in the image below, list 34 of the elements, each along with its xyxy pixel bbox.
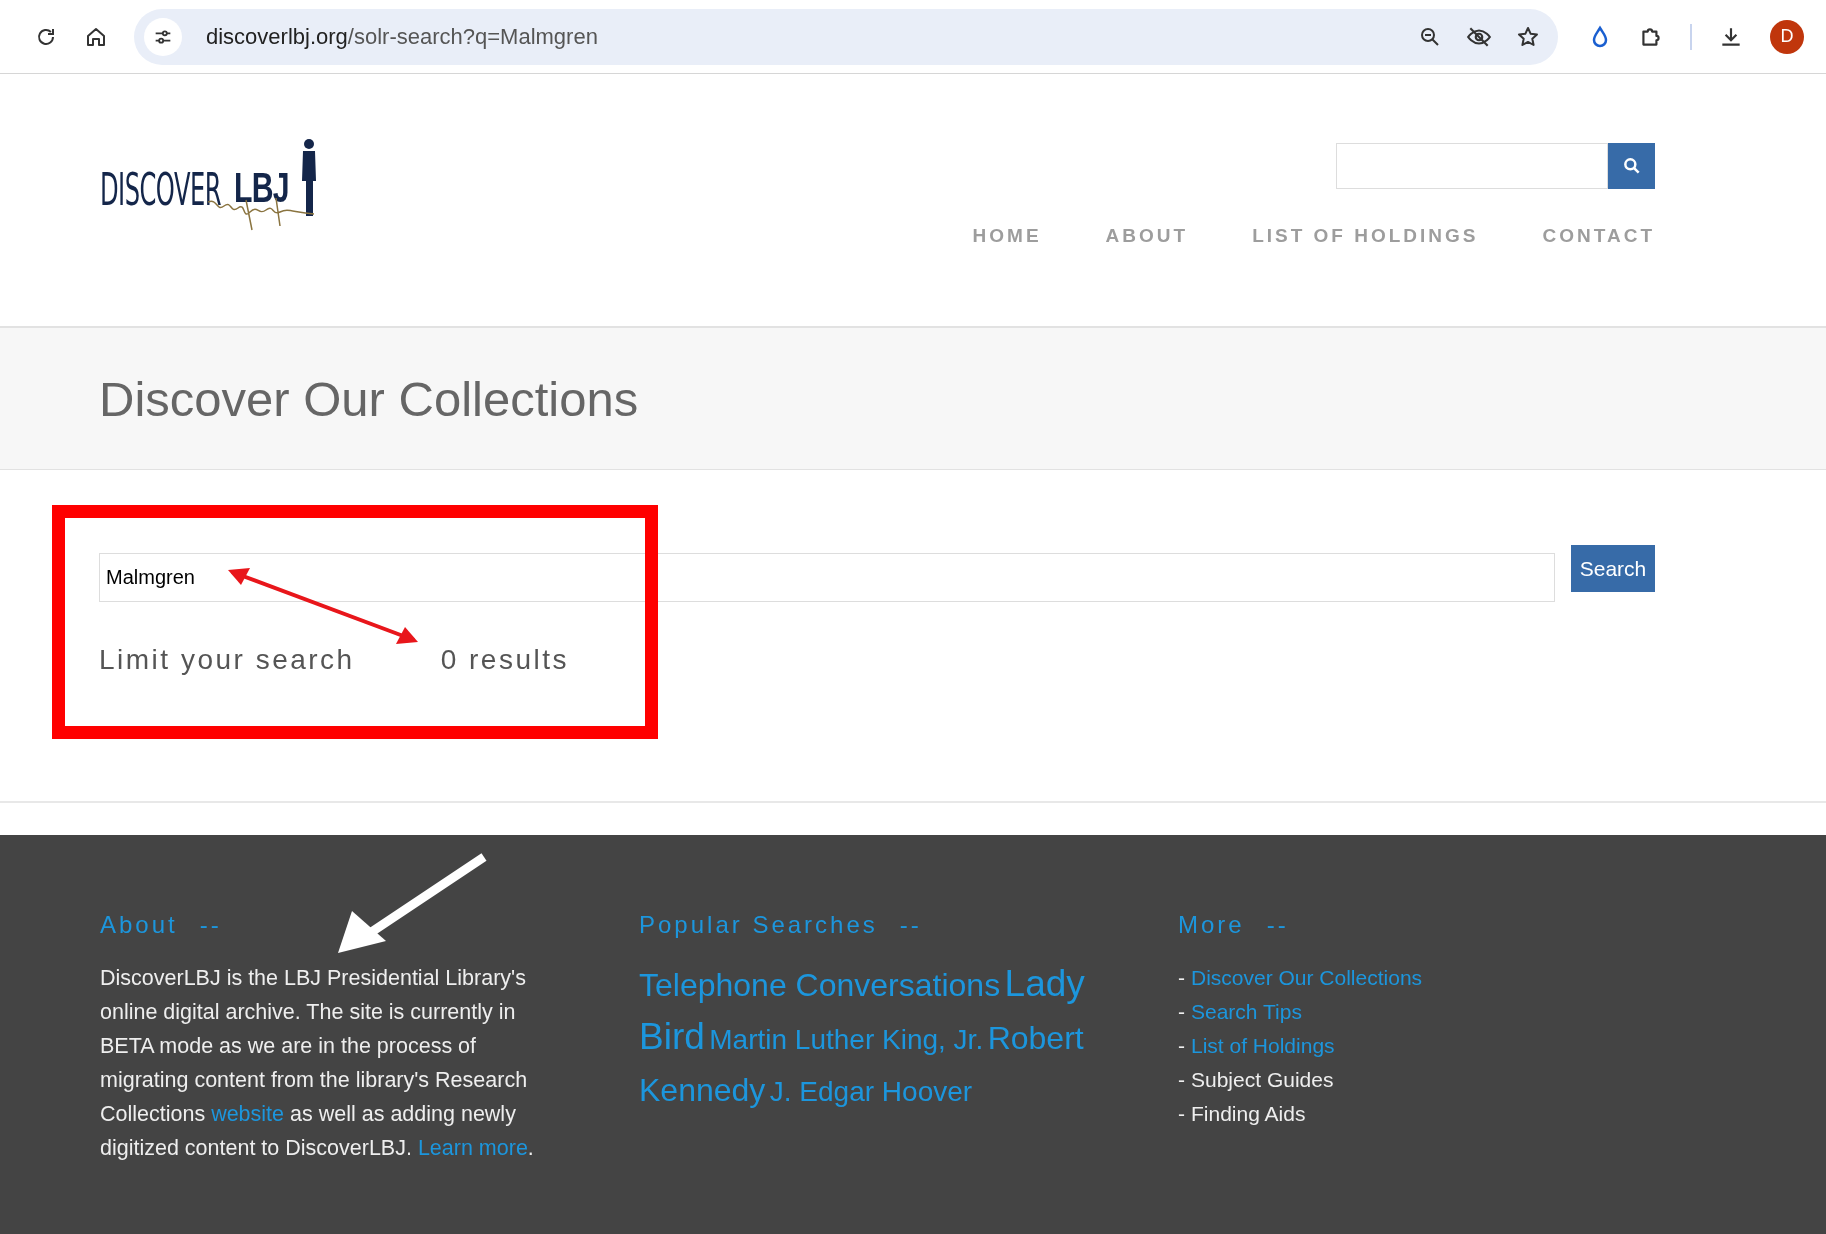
footer-link[interactable]: Discover Our Collections [1191,961,1423,995]
limit-search-label[interactable]: Limit your search [99,644,355,676]
list-bullet: - [1178,1101,1185,1127]
nav-link[interactable]: LIST OF HOLDINGS [1252,225,1479,247]
footer-link[interactable]: Finding Aids [1191,1097,1306,1131]
text-link[interactable]: website [211,1102,285,1126]
results-count: 0 results [440,644,569,676]
popular-search-links[interactable]: Telephone Conversations Lady Bird Martin Luther King, Jr.Robert KennedyJ. Edgar Hoover [639,961,1109,1119]
address-bar[interactable]: discoverlbj.org/solr-search?q=Malmgren [134,8,1558,65]
search-icon [1621,156,1642,176]
list-bullet: - [1178,1033,1185,1059]
list-bullet: - [1178,965,1185,991]
nav-link[interactable]: CONTACT [1542,225,1655,247]
list-bullet: - [1178,1067,1185,1093]
nav-link[interactable]: HOME [972,225,1042,247]
search-button[interactable] [1608,143,1655,189]
search-button[interactable]: Search [1571,545,1655,592]
search-field[interactable]: Malmgren [99,553,1555,602]
footer-link[interactable]: Subject Guides [1191,1063,1334,1097]
site-settings-button[interactable] [144,17,182,56]
column-heading: More -- [1178,911,1290,939]
page-title: Discover Our Collections [99,370,639,427]
profile-avatar[interactable]: D [1770,19,1804,54]
column-heading: About -- [100,911,223,939]
about-paragraph: DiscoverLBJ is the LBJ Presidential Library's online digital archive. The site is currently in BETA mode as we are in the process of migrating content from the library's Research Collections website as well as adding newly digitized content to DiscoverLBJ. Learn more. [100,965,535,1162]
text-link[interactable]: Learn more [417,1136,528,1160]
site-logo[interactable]: DISCOVER LBJ [100,138,326,238]
column-heading: Popular Searches -- [639,911,923,939]
footer-link[interactable]: List of Holdings [1191,1029,1335,1063]
list-bullet: - [1178,999,1185,1025]
nav-link[interactable]: ABOUT [1105,225,1189,247]
footer-link[interactable]: Search Tips [1191,995,1302,1029]
url-text: discoverlbj.org/solr-search?q=Malmgren [206,23,599,50]
star-icon[interactable] [1516,24,1540,49]
